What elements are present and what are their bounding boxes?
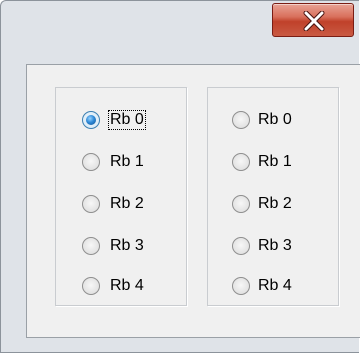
radio-label: Rb 3 — [258, 237, 292, 254]
radio-right-4[interactable]: Rb 4 — [208, 272, 338, 300]
radio-button-checked[interactable] — [82, 111, 100, 129]
radio-left-4[interactable]: Rb 4 — [56, 272, 186, 300]
close-button[interactable] — [272, 3, 354, 37]
radio-right-3[interactable]: Rb 3 — [208, 232, 338, 260]
radio-right-1[interactable]: Rb 1 — [208, 148, 338, 176]
radio-group-right: Rb 0 Rb 1 Rb 2 Rb 3 Rb 4 — [207, 87, 339, 306]
radio-label: Rb 2 — [110, 195, 144, 212]
close-icon — [303, 11, 325, 31]
radio-label: Rb 1 — [110, 153, 144, 170]
radio-label: Rb 4 — [110, 277, 144, 294]
radio-dot — [86, 115, 96, 125]
radio-group-left: Rb 0 Rb 1 Rb 2 Rb 3 Rb 4 — [55, 87, 187, 306]
radio-label: Rb 0 — [258, 111, 292, 128]
radio-left-3[interactable]: Rb 3 — [56, 232, 186, 260]
radio-button[interactable] — [82, 277, 100, 295]
radio-right-2[interactable]: Rb 2 — [208, 190, 338, 218]
radio-button[interactable] — [232, 195, 250, 213]
radio-label: Rb 2 — [258, 195, 292, 212]
radio-label: Rb 0 — [108, 110, 146, 130]
radio-button[interactable] — [232, 277, 250, 295]
title-bar[interactable] — [1, 1, 359, 49]
radio-left-0[interactable]: Rb 0 — [56, 106, 186, 134]
radio-button[interactable] — [232, 111, 250, 129]
radio-label: Rb 1 — [258, 153, 292, 170]
radio-label: Rb 3 — [110, 237, 144, 254]
dialog-window: Rb 0 Rb 1 Rb 2 Rb 3 Rb 4 Rb 0 Rb 1 Rb 2 … — [0, 0, 360, 353]
radio-button[interactable] — [82, 153, 100, 171]
radio-button[interactable] — [82, 195, 100, 213]
radio-button[interactable] — [82, 237, 100, 255]
radio-left-1[interactable]: Rb 1 — [56, 148, 186, 176]
client-area: Rb 0 Rb 1 Rb 2 Rb 3 Rb 4 Rb 0 Rb 1 Rb 2 … — [26, 64, 360, 338]
radio-button[interactable] — [232, 153, 250, 171]
radio-button[interactable] — [232, 237, 250, 255]
radio-right-0[interactable]: Rb 0 — [208, 106, 338, 134]
radio-label: Rb 4 — [258, 277, 292, 294]
radio-left-2[interactable]: Rb 2 — [56, 190, 186, 218]
